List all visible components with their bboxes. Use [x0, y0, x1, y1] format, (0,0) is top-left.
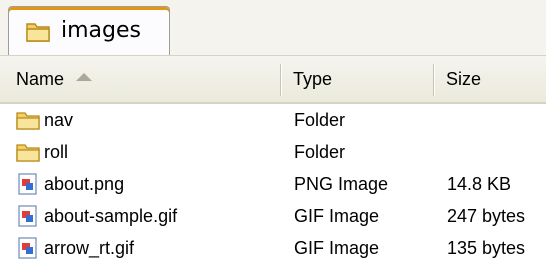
tab-strip: images: [0, 0, 546, 56]
file-type: Folder: [294, 110, 346, 130]
file-type: GIF Image: [294, 238, 380, 258]
column-header-size[interactable]: Size: [440, 56, 546, 102]
column-header-row: Name Type Size: [0, 56, 546, 104]
column-header-type[interactable]: Type: [287, 56, 431, 102]
file-list: nav Folder roll Folder about.png PNG Ima…: [0, 104, 546, 263]
file-browser-window: images Name Type Size nav Folder roll Fo…: [0, 0, 546, 263]
folder-icon: [26, 23, 50, 42]
tab-label: images: [61, 18, 141, 43]
column-resize-handle[interactable]: [433, 64, 435, 96]
list-item[interactable]: arrow_rt.gif GIF Image 135 bytes: [0, 232, 546, 263]
list-item[interactable]: roll Folder: [0, 136, 546, 168]
list-item[interactable]: nav Folder: [0, 104, 546, 136]
list-item[interactable]: about.png PNG Image 14.8 KB: [0, 168, 546, 200]
file-type: PNG Image: [294, 174, 389, 194]
column-header-type-label: Type: [293, 69, 333, 89]
file-size: 14.8 KB: [447, 174, 512, 194]
list-item[interactable]: about-sample.gif GIF Image 247 bytes: [0, 200, 546, 232]
tab-images[interactable]: images: [8, 6, 170, 56]
image-file-icon: [18, 173, 37, 195]
image-file-icon: [18, 237, 37, 259]
file-type: GIF Image: [294, 206, 380, 226]
column-header-name-label: Name: [16, 69, 65, 89]
file-type: Folder: [294, 142, 346, 162]
file-name: arrow_rt.gif: [44, 238, 135, 258]
file-size: 247 bytes: [447, 206, 526, 226]
file-name: about.png: [44, 174, 125, 194]
file-name: roll: [44, 142, 69, 162]
file-size: 135 bytes: [447, 238, 526, 258]
sort-ascending-icon: [76, 73, 93, 81]
image-file-icon: [18, 205, 37, 227]
column-resize-handle[interactable]: [280, 64, 282, 96]
file-name: about-sample.gif: [44, 206, 178, 226]
file-name: nav: [44, 110, 74, 130]
folder-icon: [16, 144, 40, 162]
column-header-size-label: Size: [446, 69, 482, 89]
column-header-name[interactable]: Name: [10, 56, 278, 102]
folder-icon: [16, 112, 40, 130]
